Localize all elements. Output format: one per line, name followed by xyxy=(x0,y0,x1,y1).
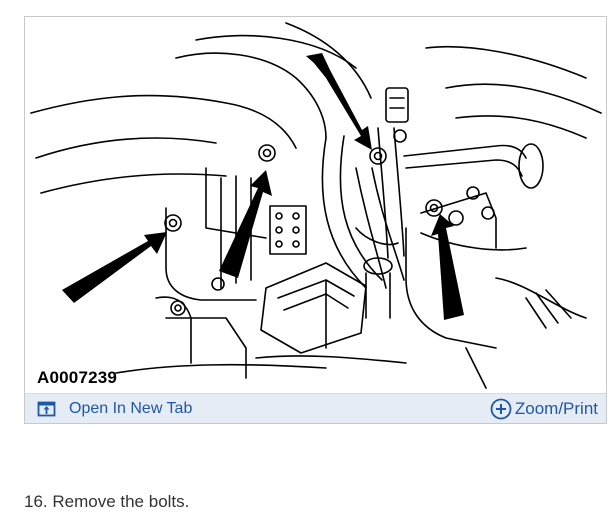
open-in-new-tab-label: Open In New Tab xyxy=(69,400,193,417)
figure-card: A0007239 Open In New Tab Zoom/Print xyxy=(24,16,607,424)
open-in-new-tab-icon xyxy=(37,401,56,417)
open-in-new-tab-link[interactable]: Open In New Tab xyxy=(37,398,192,420)
figure-id-label: A0007239 xyxy=(37,368,118,387)
step-instruction: 16. Remove the bolts. xyxy=(24,492,190,511)
zoom-print-link[interactable]: Zoom/Print xyxy=(490,397,598,421)
plus-circle-icon xyxy=(490,398,512,420)
engine-bolts-illustration xyxy=(30,22,602,389)
figure-action-bar: Open In New Tab Zoom/Print xyxy=(25,393,606,423)
zoom-print-label: Zoom/Print xyxy=(514,399,598,418)
